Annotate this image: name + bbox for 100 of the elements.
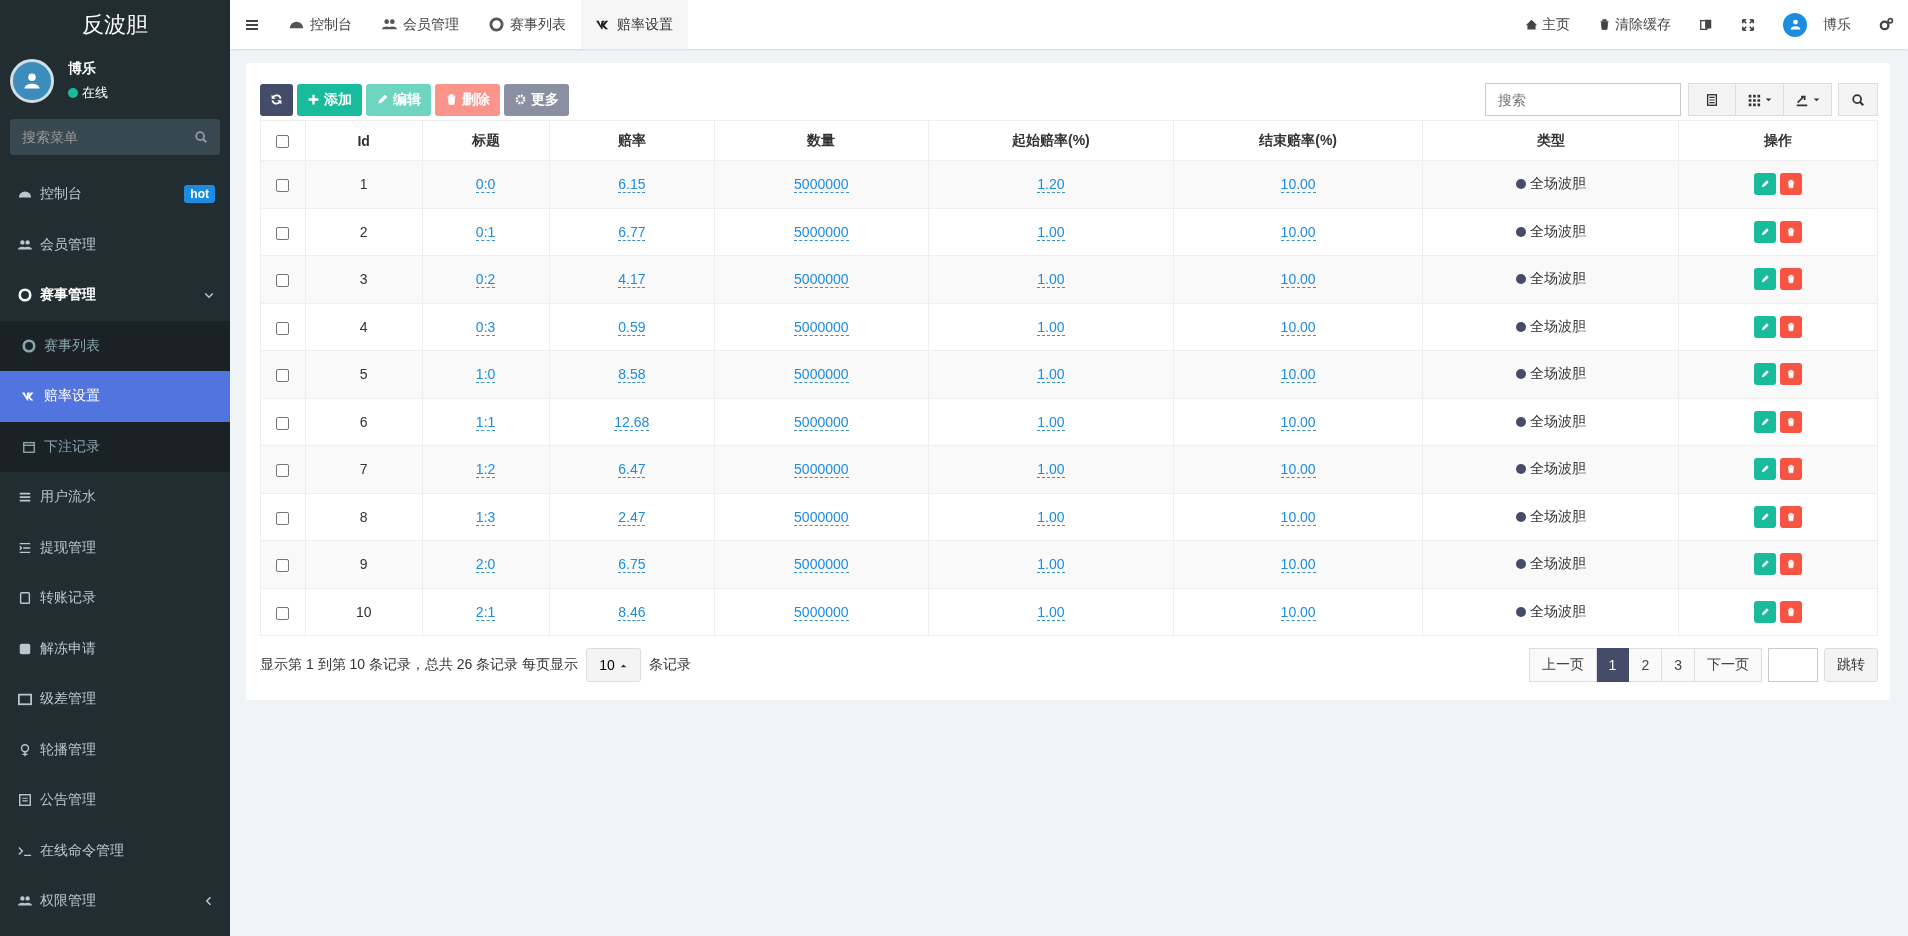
editable-value[interactable]: 1.20 xyxy=(1037,176,1065,194)
add-button[interactable]: 添加 xyxy=(297,83,362,116)
editable-value[interactable]: 10.00 xyxy=(1280,271,1316,289)
delete-button[interactable] xyxy=(1780,410,1803,433)
editable-value[interactable]: 1.00 xyxy=(1037,556,1065,574)
top-link[interactable]: 清除缓存 xyxy=(1584,0,1685,49)
edit-button[interactable] xyxy=(1754,553,1777,576)
editable-value[interactable]: 0.59 xyxy=(618,318,646,336)
row-checkbox[interactable] xyxy=(276,511,290,525)
page-size-dropdown[interactable]: 10 xyxy=(586,648,641,682)
menu-item[interactable]: 赛事列表 xyxy=(0,320,230,371)
row-checkbox[interactable] xyxy=(276,606,290,620)
editable-value[interactable]: 10.00 xyxy=(1280,603,1316,621)
editable-value[interactable]: 10.00 xyxy=(1280,176,1316,194)
nav-tab[interactable]: 赛事列表 xyxy=(474,0,581,49)
settings-icon[interactable] xyxy=(1879,17,1894,32)
editable-value[interactable]: 1.00 xyxy=(1037,461,1065,479)
editable-value[interactable]: 10.00 xyxy=(1280,413,1316,431)
editable-value[interactable]: 1:0 xyxy=(475,366,496,384)
editable-value[interactable]: 5000000 xyxy=(794,366,849,384)
editable-value[interactable]: 0:3 xyxy=(475,318,496,336)
editable-value[interactable]: 10.00 xyxy=(1280,223,1316,241)
editable-value[interactable]: 1:3 xyxy=(475,508,496,526)
edit-button[interactable] xyxy=(1754,458,1777,481)
editable-value[interactable]: 5000000 xyxy=(794,271,849,289)
page-link[interactable]: 1 xyxy=(1596,648,1630,682)
jump-button[interactable]: 跳转 xyxy=(1824,648,1878,682)
editable-value[interactable]: 2:1 xyxy=(475,603,496,621)
search-button[interactable] xyxy=(1838,83,1878,116)
editable-value[interactable]: 5000000 xyxy=(794,318,849,336)
editable-value[interactable]: 6.75 xyxy=(618,556,646,574)
editable-value[interactable]: 8.46 xyxy=(618,603,646,621)
export-button[interactable] xyxy=(1784,83,1832,116)
editable-value[interactable]: 8.58 xyxy=(618,366,646,384)
editable-value[interactable]: 1.00 xyxy=(1037,223,1065,241)
row-checkbox[interactable] xyxy=(276,179,290,193)
editable-value[interactable]: 2:0 xyxy=(475,556,496,574)
editable-value[interactable]: 6.15 xyxy=(618,176,646,194)
edit-button[interactable] xyxy=(1754,505,1777,528)
menu-item[interactable]: 用户流水 xyxy=(0,472,230,523)
editable-value[interactable]: 10.00 xyxy=(1280,318,1316,336)
menu-item[interactable]: 赛事管理 xyxy=(0,270,230,321)
editable-value[interactable]: 1:1 xyxy=(475,413,496,431)
edit-button[interactable] xyxy=(1754,410,1777,433)
menu-item[interactable]: 解冻申请 xyxy=(0,623,230,674)
select-all-checkbox[interactable] xyxy=(276,135,290,149)
menu-item[interactable]: 权限管理 xyxy=(0,876,230,927)
editable-value[interactable]: 5000000 xyxy=(794,556,849,574)
editable-value[interactable]: 10.00 xyxy=(1280,366,1316,384)
editable-value[interactable]: 1.00 xyxy=(1037,603,1065,621)
edit-button[interactable] xyxy=(1754,315,1777,338)
editable-value[interactable]: 1.00 xyxy=(1037,413,1065,431)
row-checkbox[interactable] xyxy=(276,416,290,430)
delete-button[interactable] xyxy=(1780,458,1803,481)
menu-item[interactable]: 轮播管理 xyxy=(0,724,230,775)
delete-button[interactable] xyxy=(1780,363,1803,386)
editable-value[interactable]: 2.47 xyxy=(618,508,646,526)
delete-button[interactable] xyxy=(1780,173,1803,196)
editable-value[interactable]: 6.47 xyxy=(618,461,646,479)
editable-value[interactable]: 0:1 xyxy=(475,223,496,241)
refresh-button[interactable] xyxy=(260,83,293,116)
editable-value[interactable]: 0:0 xyxy=(475,176,496,194)
editable-value[interactable]: 1:2 xyxy=(475,461,496,479)
editable-value[interactable]: 5000000 xyxy=(794,176,849,194)
menu-item[interactable]: 会员管理 xyxy=(0,219,230,270)
edit-button[interactable] xyxy=(1754,363,1777,386)
editable-value[interactable]: 5000000 xyxy=(794,603,849,621)
menu-item[interactable]: 公告管理 xyxy=(0,775,230,826)
delete-button[interactable] xyxy=(1780,600,1803,623)
row-checkbox[interactable] xyxy=(276,321,290,335)
editable-value[interactable]: 10.00 xyxy=(1280,508,1316,526)
editable-value[interactable]: 0:2 xyxy=(475,271,496,289)
row-checkbox[interactable] xyxy=(276,464,290,478)
menu-item[interactable]: 下注记录 xyxy=(0,421,230,472)
delete-button[interactable] xyxy=(1780,505,1803,528)
editable-value[interactable]: 10.00 xyxy=(1280,556,1316,574)
edit-button[interactable] xyxy=(1754,600,1777,623)
page-link[interactable]: 3 xyxy=(1662,648,1695,682)
menu-item[interactable]: 在线命令管理 xyxy=(0,825,230,876)
columns-button[interactable] xyxy=(1736,83,1784,116)
editable-value[interactable]: 1.00 xyxy=(1037,271,1065,289)
editable-value[interactable]: 12.68 xyxy=(614,413,650,431)
row-checkbox[interactable] xyxy=(276,559,290,573)
search-field[interactable]: 搜索 xyxy=(1485,83,1681,116)
edit-button[interactable] xyxy=(1754,173,1777,196)
edit-button[interactable] xyxy=(1754,268,1777,291)
editable-value[interactable]: 10.00 xyxy=(1280,461,1316,479)
editable-value[interactable]: 5000000 xyxy=(794,508,849,526)
menu-item[interactable]: 级差管理 xyxy=(0,674,230,725)
fullscreen-icon[interactable] xyxy=(1741,17,1755,32)
delete-button[interactable] xyxy=(1780,553,1803,576)
row-checkbox[interactable] xyxy=(276,369,290,383)
delete-button[interactable] xyxy=(1780,220,1803,243)
user-menu[interactable]: 博乐 xyxy=(1769,0,1865,49)
editable-value[interactable]: 5000000 xyxy=(794,223,849,241)
page-link[interactable]: 下一页 xyxy=(1695,648,1762,682)
nav-tab[interactable]: 赔率设置 xyxy=(581,0,688,49)
editable-value[interactable]: 4.17 xyxy=(618,271,646,289)
editable-value[interactable]: 6.77 xyxy=(618,223,646,241)
page-number-field[interactable] xyxy=(1768,648,1818,682)
